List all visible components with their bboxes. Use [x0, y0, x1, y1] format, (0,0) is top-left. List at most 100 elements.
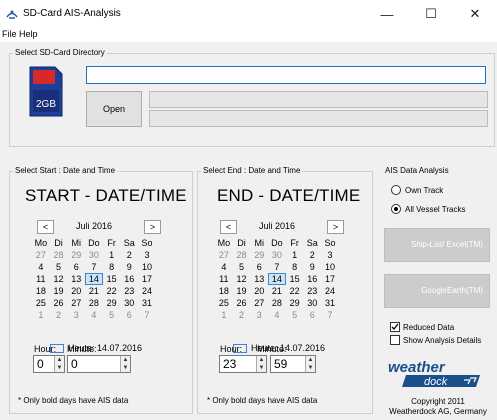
calendar-day[interactable]: 3	[321, 249, 339, 261]
calendar-day[interactable]: 14	[85, 273, 103, 285]
end-minute-stepper[interactable]: 59 ▲ ▼	[270, 355, 316, 373]
calendar-day[interactable]: 13	[67, 273, 85, 285]
calendar-day[interactable]: 16	[303, 273, 321, 285]
calendar-day[interactable]: 4	[215, 261, 233, 273]
calendar-day[interactable]: 29	[286, 297, 304, 309]
calendar-day[interactable]: 18	[215, 285, 233, 297]
own-track-radio[interactable]: Own Track	[391, 185, 443, 195]
calendar-day[interactable]: 16	[120, 273, 138, 285]
calendar-day[interactable]: 13	[250, 273, 268, 285]
calendar-day[interactable]: 4	[268, 309, 286, 321]
calendar-day[interactable]: 26	[50, 297, 68, 309]
calendar-day[interactable]: 6	[250, 261, 268, 273]
calendar-day[interactable]: 28	[50, 249, 68, 261]
calendar-day[interactable]: 27	[250, 297, 268, 309]
all-vessel-radio[interactable]: All Vessel Tracks	[391, 204, 465, 214]
calendar-day[interactable]: 28	[233, 249, 251, 261]
calendar-day[interactable]: 1	[215, 309, 233, 321]
directory-input[interactable]	[86, 66, 486, 84]
calendar-day[interactable]: 25	[215, 297, 233, 309]
calendar-day[interactable]: 6	[67, 261, 85, 273]
calendar-day[interactable]: 27	[32, 249, 50, 261]
calendar-day[interactable]: 4	[32, 261, 50, 273]
calendar-day[interactable]: 18	[32, 285, 50, 297]
calendar-day[interactable]: 4	[85, 309, 103, 321]
calendar-day[interactable]: 3	[138, 249, 156, 261]
calendar-day[interactable]: 24	[321, 285, 339, 297]
calendar-day[interactable]: 2	[120, 249, 138, 261]
calendar-day[interactable]: 10	[321, 261, 339, 273]
calendar-day[interactable]: 7	[85, 261, 103, 273]
calendar-day[interactable]: 30	[303, 297, 321, 309]
calendar-day[interactable]: 31	[138, 297, 156, 309]
reduced-data-checkbox[interactable]: Reduced Data	[390, 322, 454, 332]
calendar-day[interactable]: 20	[250, 285, 268, 297]
calendar-day[interactable]: 22	[103, 285, 121, 297]
calendar-day[interactable]: 1	[32, 309, 50, 321]
calendar-day[interactable]: 20	[67, 285, 85, 297]
calendar-day[interactable]: 8	[286, 261, 304, 273]
calendar-day[interactable]: 29	[103, 297, 121, 309]
calendar-day[interactable]: 8	[103, 261, 121, 273]
calendar-day[interactable]: 26	[233, 297, 251, 309]
calendar-day[interactable]: 3	[67, 309, 85, 321]
calendar-day[interactable]: 31	[321, 297, 339, 309]
calendar-day[interactable]: 15	[103, 273, 121, 285]
calendar-day[interactable]: 28	[268, 297, 286, 309]
open-button[interactable]: Open	[86, 91, 142, 127]
calendar-day[interactable]: 2	[303, 249, 321, 261]
calendar-day[interactable]: 29	[67, 249, 85, 261]
calendar-day[interactable]: 15	[286, 273, 304, 285]
calendar-day[interactable]: 1	[103, 249, 121, 261]
prev-month-button[interactable]: <	[37, 220, 54, 234]
calendar-day[interactable]: 24	[138, 285, 156, 297]
spin-up-icon[interactable]: ▲	[257, 356, 266, 364]
end-calendar[interactable]: < Juli 2016 > Mo Di Mi Do Fr Sa So 27 28 29 30 1 2 3 4…	[215, 220, 344, 354]
calendar-day[interactable]: 7	[268, 261, 286, 273]
calendar-day[interactable]: 25	[32, 297, 50, 309]
show-details-checkbox[interactable]: Show Analysis Details	[390, 335, 481, 345]
calendar-day[interactable]: 30	[120, 297, 138, 309]
calendar-day[interactable]: 2	[50, 309, 68, 321]
calendar-day[interactable]: 7	[321, 309, 339, 321]
calendar-day[interactable]: 27	[67, 297, 85, 309]
end-hour-stepper[interactable]: 23 ▲ ▼	[219, 355, 267, 373]
start-hour-stepper[interactable]: 0 ▲ ▼	[33, 355, 65, 373]
calendar-day[interactable]: 9	[303, 261, 321, 273]
close-button[interactable]: ✕	[453, 0, 497, 28]
prev-month-button[interactable]: <	[220, 220, 237, 234]
next-month-button[interactable]: >	[144, 220, 161, 234]
menu-help[interactable]: Help	[19, 29, 38, 39]
calendar-day[interactable]: 19	[233, 285, 251, 297]
calendar-day[interactable]: 14	[268, 273, 286, 285]
calendar-day[interactable]: 11	[32, 273, 50, 285]
calendar-day[interactable]: 5	[50, 261, 68, 273]
calendar-day[interactable]: 23	[303, 285, 321, 297]
calendar-day[interactable]: 28	[85, 297, 103, 309]
menu-file[interactable]: File	[2, 29, 17, 39]
calendar-day[interactable]: 21	[268, 285, 286, 297]
calendar-day[interactable]: 29	[250, 249, 268, 261]
calendar-day[interactable]: 6	[120, 309, 138, 321]
spin-down-icon[interactable]: ▼	[55, 364, 64, 372]
ship-list-excel-button[interactable]: Ship-List/ Excel(TM)	[384, 228, 490, 262]
calendar-day[interactable]: 30	[268, 249, 286, 261]
calendar-day[interactable]: 12	[50, 273, 68, 285]
google-earth-button[interactable]: GoogleEarth(TM)	[384, 274, 490, 308]
calendar-day[interactable]: 11	[215, 273, 233, 285]
calendar-day[interactable]: 5	[233, 261, 251, 273]
calendar-day[interactable]: 2	[233, 309, 251, 321]
spin-up-icon[interactable]: ▲	[55, 356, 64, 364]
calendar-day[interactable]: 27	[215, 249, 233, 261]
calendar-day[interactable]: 19	[50, 285, 68, 297]
calendar-day[interactable]: 3	[250, 309, 268, 321]
calendar-day[interactable]: 10	[138, 261, 156, 273]
calendar-day[interactable]: 9	[120, 261, 138, 273]
calendar-day[interactable]: 21	[85, 285, 103, 297]
calendar-day[interactable]: 23	[120, 285, 138, 297]
spin-down-icon[interactable]: ▼	[306, 364, 315, 372]
calendar-day[interactable]: 17	[321, 273, 339, 285]
spin-up-icon[interactable]: ▲	[121, 356, 130, 364]
spin-down-icon[interactable]: ▼	[257, 364, 266, 372]
calendar-day[interactable]: 7	[138, 309, 156, 321]
